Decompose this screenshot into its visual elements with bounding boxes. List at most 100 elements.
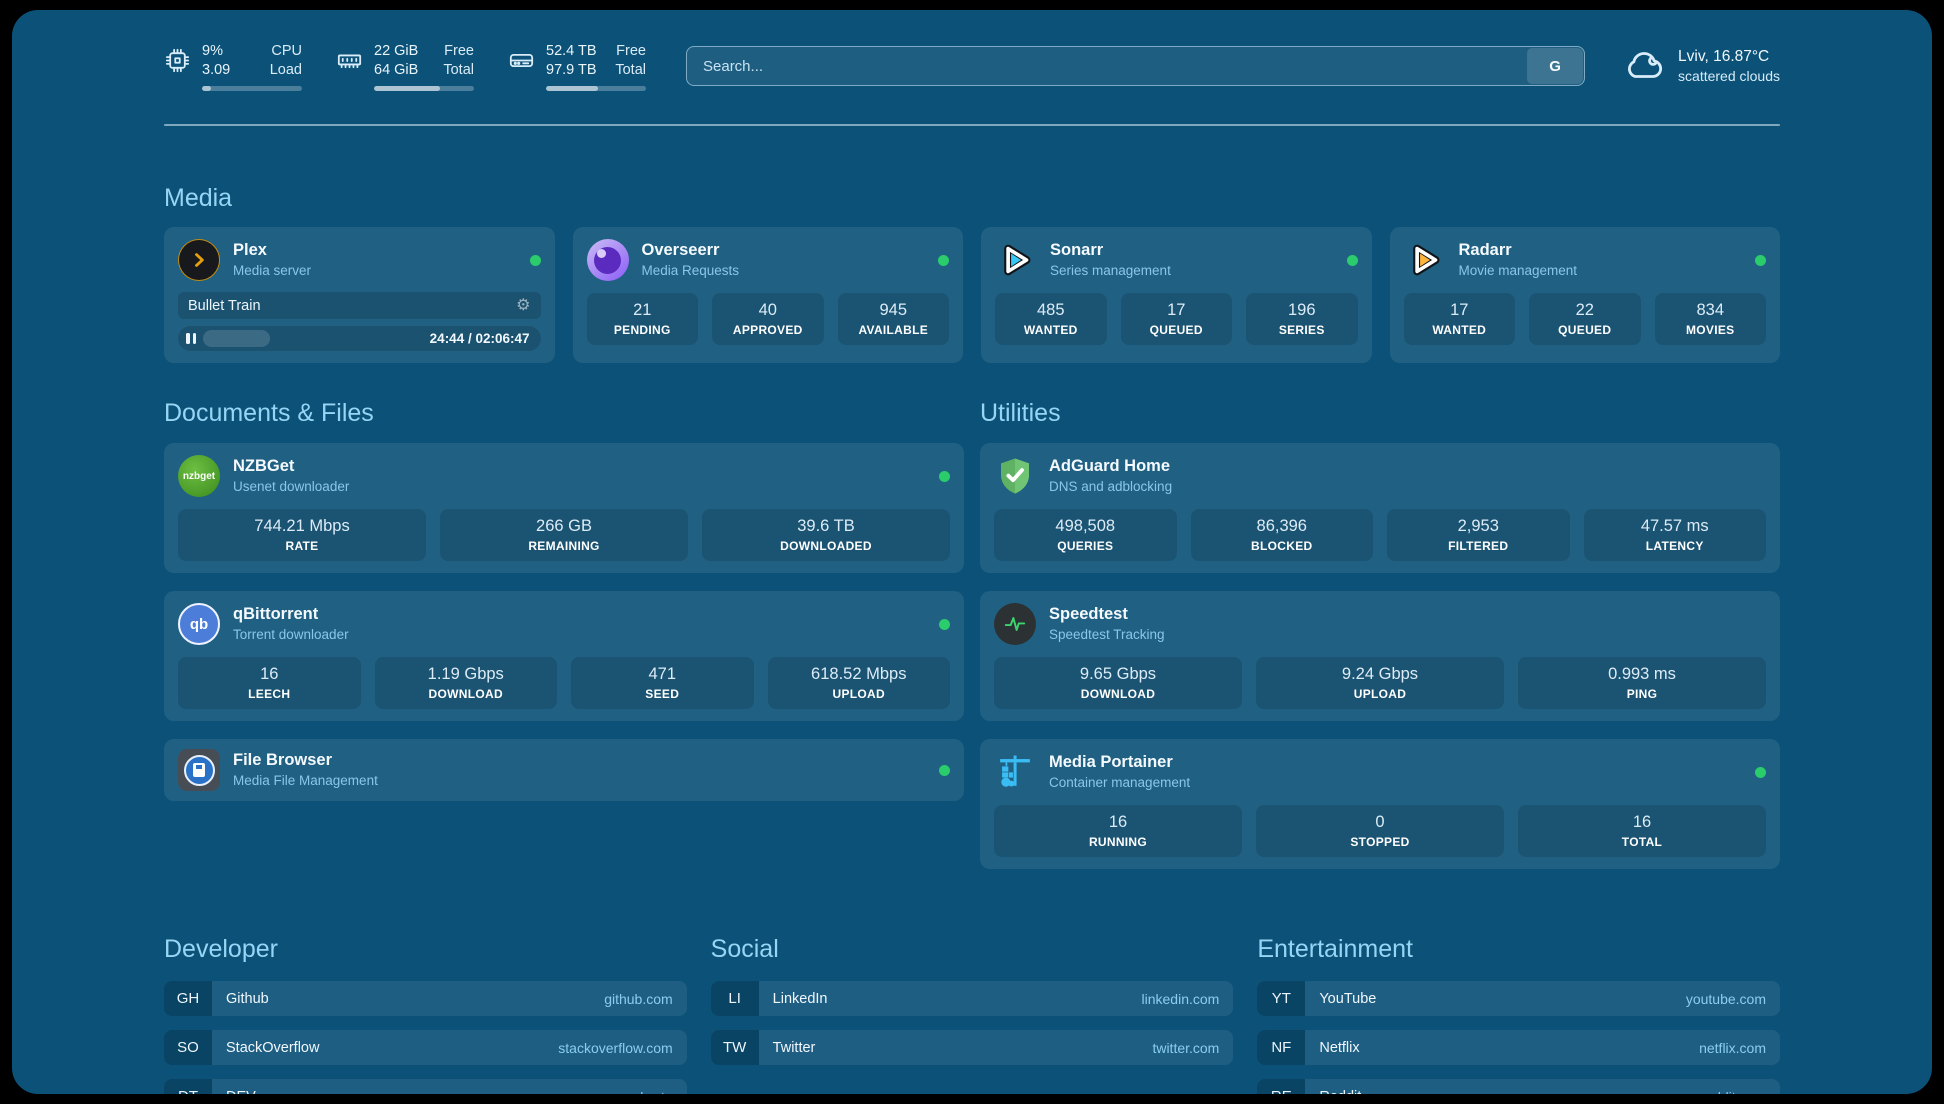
bookmark-dev[interactable]: DT DEV dev.to (164, 1079, 687, 1094)
memory-total-label: Total (443, 61, 474, 80)
service-subtitle: DNS and adblocking (1049, 478, 1172, 496)
bookmark-url: github.com (604, 991, 672, 1007)
status-online-dot (1347, 255, 1358, 266)
radarr-logo-icon (1404, 239, 1446, 281)
overseerr-logo-icon (587, 239, 629, 281)
stat-tile: 17 QUEUED (1121, 293, 1233, 345)
bookmark-github[interactable]: GH Github github.com (164, 981, 687, 1016)
bookmark-abbr: LI (711, 981, 759, 1016)
speedtest-card[interactable]: Speedtest Speedtest Tracking 9.65 Gbps D… (980, 591, 1780, 721)
service-name: NZBGet (233, 456, 349, 477)
bookmark-name: StackOverflow (226, 1040, 319, 1056)
memory-usage-bar (374, 86, 474, 91)
playback-progress-fill (203, 330, 270, 347)
search-provider-button[interactable]: G (1527, 48, 1583, 84)
cloud-icon (1623, 45, 1665, 87)
bookmark-abbr: TW (711, 1030, 759, 1065)
cpu-label: CPU (270, 42, 302, 61)
bookmark-stackoverflow[interactable]: SO StackOverflow stackoverflow.com (164, 1030, 687, 1065)
bookmark-name: Netflix (1319, 1040, 1359, 1056)
now-playing-title: Bullet Train (188, 298, 261, 314)
search-input[interactable] (686, 46, 1585, 86)
dashboard-frame: 9% 3.09 CPU Load (12, 10, 1932, 1094)
service-name: Radarr (1459, 240, 1578, 261)
speedtest-logo-icon (994, 603, 1036, 645)
service-subtitle: Torrent downloader (233, 626, 349, 644)
disk-free-value: 52.4 TB (546, 42, 597, 61)
bookmark-url: stackoverflow.com (558, 1040, 672, 1056)
gear-icon[interactable]: ⚙ (516, 298, 530, 314)
stat-tile: 16 RUNNING (994, 805, 1242, 857)
bookmark-abbr: RE (1257, 1079, 1305, 1094)
overseerr-card[interactable]: Overseerr Media Requests 21 PENDING 40 A… (573, 227, 964, 363)
status-online-dot (939, 765, 950, 776)
radarr-card[interactable]: Radarr Movie management 17 WANTED 22 QUE… (1390, 227, 1781, 363)
service-name: qBittorrent (233, 604, 349, 625)
service-name: Speedtest (1049, 604, 1165, 625)
stat-tile: 9.65 Gbps DOWNLOAD (994, 657, 1242, 709)
stat-tile: 86,396 BLOCKED (1191, 509, 1374, 561)
bookmark-url: dev.to (636, 1089, 673, 1095)
stat-tile: 196 SERIES (1246, 293, 1358, 345)
disk-total-value: 97.9 TB (546, 61, 597, 80)
plex-logo-icon (178, 239, 220, 281)
service-name: File Browser (233, 750, 378, 771)
section-documents-files: Documents & Files nzbget NZBGet Usenet d… (164, 397, 964, 801)
bookmark-name: LinkedIn (773, 991, 828, 1007)
service-subtitle: Speedtest Tracking (1049, 626, 1165, 644)
section-title-utilities: Utilities (980, 397, 1780, 429)
memory-free-value: 22 GiB (374, 42, 418, 61)
qbittorrent-logo-icon: qb (178, 603, 220, 645)
bookmark-youtube[interactable]: YT YouTube youtube.com (1257, 981, 1780, 1016)
filebrowser-card[interactable]: File Browser Media File Management (164, 739, 964, 801)
bookmark-reddit[interactable]: RE Reddit reddit.com (1257, 1079, 1780, 1094)
portainer-logo-icon (994, 751, 1036, 793)
bookmark-twitter[interactable]: TW Twitter twitter.com (711, 1030, 1234, 1065)
cpu-stats-widget: 9% 3.09 CPU Load (164, 42, 302, 91)
search-bar: G (686, 46, 1585, 86)
portainer-card[interactable]: Media Portainer Container management 16 … (980, 739, 1780, 869)
sonarr-card[interactable]: Sonarr Series management 485 WANTED 17 Q… (981, 227, 1372, 363)
memory-stats-widget: 22 GiB 64 GiB Free Total (336, 42, 474, 91)
pause-icon[interactable] (186, 333, 196, 344)
stat-tile: 618.52 Mbps UPLOAD (768, 657, 951, 709)
service-name: Media Portainer (1049, 752, 1190, 773)
stat-tile: 47.57 ms LATENCY (1584, 509, 1767, 561)
service-subtitle: Container management (1049, 774, 1190, 792)
stat-tile: 17 WANTED (1404, 293, 1516, 345)
adguard-card[interactable]: AdGuard Home DNS and adblocking 498,508 … (980, 443, 1780, 573)
bookmark-abbr: NF (1257, 1030, 1305, 1065)
service-subtitle: Movie management (1459, 262, 1578, 280)
plex-card[interactable]: Plex Media server Bullet Train ⚙ 24:44 /… (164, 227, 555, 363)
service-subtitle: Series management (1050, 262, 1171, 280)
service-name: Plex (233, 240, 311, 261)
stat-tile: 744.21 Mbps RATE (178, 509, 426, 561)
bookmark-abbr: SO (164, 1030, 212, 1065)
bookmark-netflix[interactable]: NF Netflix netflix.com (1257, 1030, 1780, 1065)
cpu-icon (164, 47, 191, 74)
bookmarks-area: Developer GH Github github.com SO StackO… (164, 933, 1780, 1094)
bookmark-linkedin[interactable]: LI LinkedIn linkedin.com (711, 981, 1234, 1016)
bookmark-abbr: YT (1257, 981, 1305, 1016)
cpu-usage-bar (202, 86, 302, 91)
bookmark-group-entertainment: Entertainment YT YouTube youtube.com NF … (1257, 933, 1780, 1094)
weather-widget[interactable]: Lviv, 16.87°C scattered clouds (1623, 45, 1780, 87)
stat-tile: 0 STOPPED (1256, 805, 1504, 857)
player-progress-row: 24:44 / 02:06:47 (178, 326, 541, 351)
service-subtitle: Media File Management (233, 772, 378, 790)
top-bar: 9% 3.09 CPU Load (164, 40, 1780, 92)
disk-total-label: Total (615, 61, 646, 80)
service-subtitle: Media server (233, 262, 311, 280)
nzbget-card[interactable]: nzbget NZBGet Usenet downloader 744.21 M… (164, 443, 964, 573)
cpu-load-value: 3.09 (202, 61, 230, 80)
now-playing-row: Bullet Train ⚙ (178, 292, 541, 319)
stat-tile: 2,953 FILTERED (1387, 509, 1570, 561)
section-title-social: Social (711, 933, 1234, 965)
bookmark-group-developer: Developer GH Github github.com SO StackO… (164, 933, 687, 1094)
section-title-entertainment: Entertainment (1257, 933, 1780, 965)
bookmark-url: youtube.com (1686, 991, 1766, 1007)
qbittorrent-card[interactable]: qb qBittorrent Torrent downloader 16 LEE… (164, 591, 964, 721)
service-name: Overseerr (642, 240, 740, 261)
stat-tile: 40 APPROVED (712, 293, 824, 345)
stat-tile: 498,508 QUERIES (994, 509, 1177, 561)
